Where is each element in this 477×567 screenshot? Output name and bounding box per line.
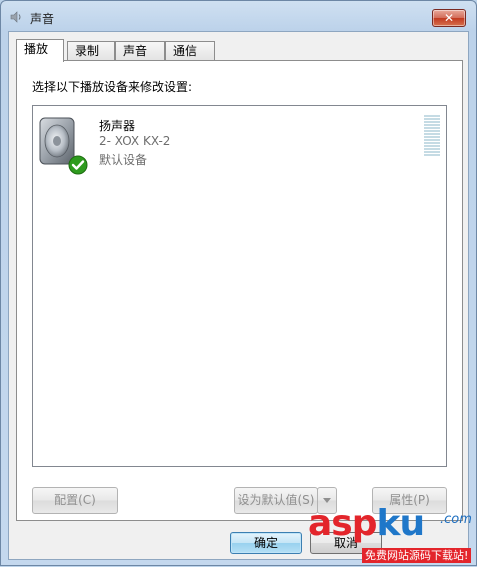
device-list[interactable]: 扬声器 2- XOX KX-2 默认设备 xyxy=(32,105,447,467)
watermark-brand-b: ku xyxy=(376,503,426,544)
tab-communications[interactable]: 通信 xyxy=(165,41,215,61)
tab-sounds[interactable]: 声音 xyxy=(115,41,165,61)
playback-panel: 选择以下播放设备来修改设置: 扬声器 2- XOX KX-2 默认设备 配置(C… xyxy=(16,60,463,521)
title-bar[interactable]: 声音 ✕ xyxy=(1,1,476,31)
ok-button[interactable]: 确定 xyxy=(230,532,302,554)
speaker-small-icon xyxy=(10,11,21,23)
tab-recording[interactable]: 录制 xyxy=(67,41,115,61)
watermark-logo: aspku xyxy=(308,503,426,544)
tab-playback[interactable]: 播放 xyxy=(16,39,64,62)
watermark-brand-a: asp xyxy=(308,503,377,544)
instruction-text: 选择以下播放设备来修改设置: xyxy=(32,80,193,94)
watermark-tagline: 免费网站源码下载站! xyxy=(362,548,472,563)
device-name: 扬声器 xyxy=(99,119,136,133)
device-status: 默认设备 xyxy=(99,153,148,167)
level-meter xyxy=(424,115,440,157)
list-item[interactable]: 扬声器 2- XOX KX-2 默认设备 xyxy=(35,110,444,180)
site-watermark: aspku .com 免费网站源码下载站! xyxy=(306,504,477,567)
check-icon xyxy=(68,155,88,175)
close-button[interactable]: ✕ xyxy=(432,9,466,27)
watermark-domain: .com xyxy=(440,512,472,527)
configure-button[interactable]: 配置(C) xyxy=(32,487,118,514)
device-description: 2- XOX KX-2 xyxy=(99,134,171,148)
window-title: 声音 xyxy=(30,12,55,26)
dialog-client: 播放 录制 声音 通信 选择以下播放设备来修改设置: 扬声器 2- XOX KX… xyxy=(8,31,469,560)
sound-dialog: 声音 ✕ 播放 录制 声音 通信 选择以下播放设备来修改设置: 扬声器 2- X… xyxy=(0,0,477,566)
